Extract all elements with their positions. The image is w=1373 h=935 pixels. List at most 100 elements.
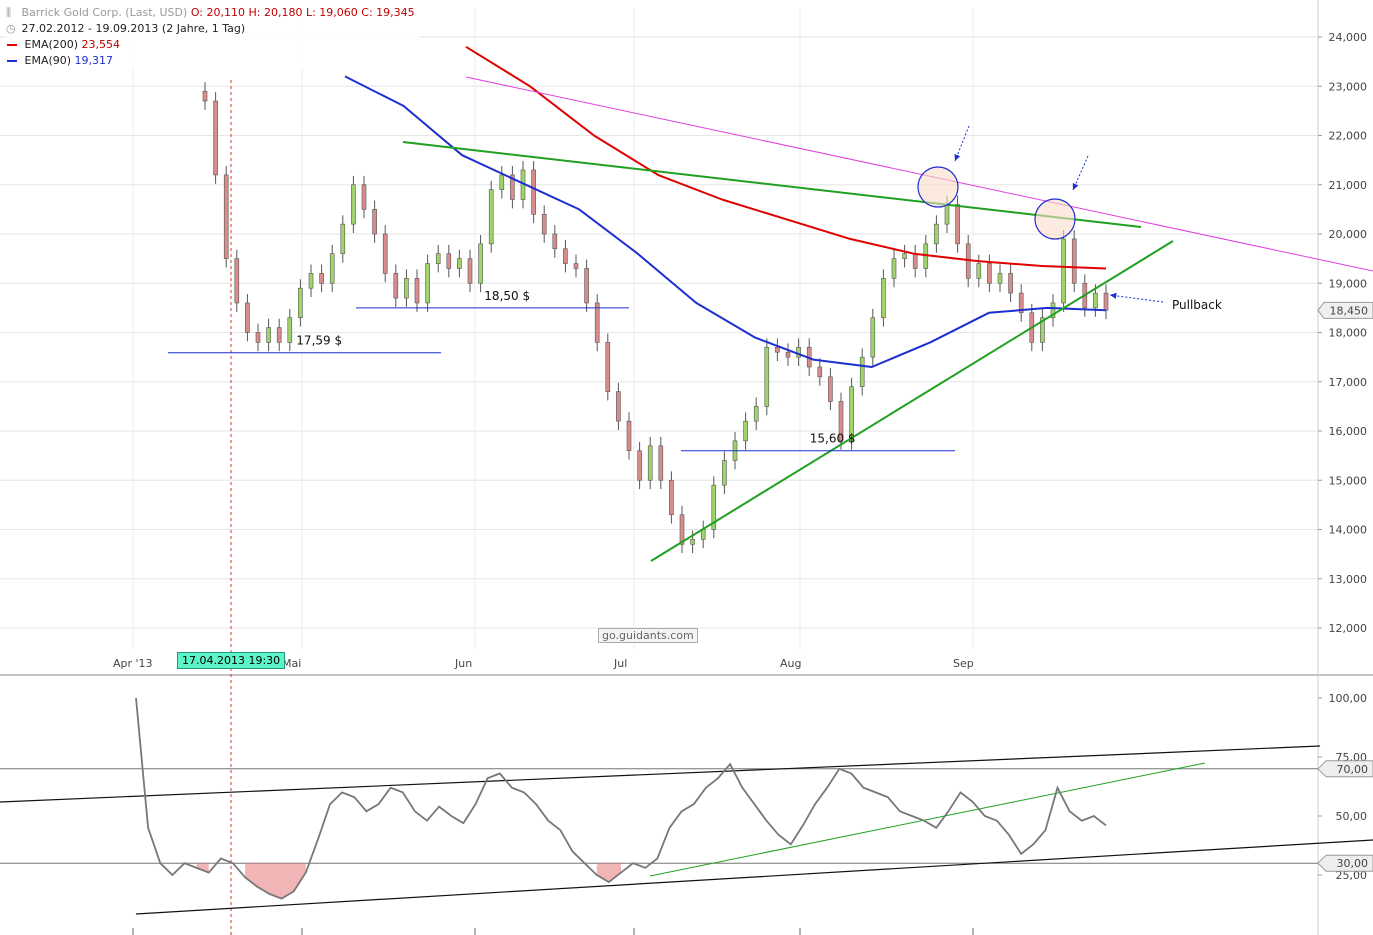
candle-body [308, 273, 314, 289]
resistance-trendline [465, 76, 1373, 272]
candle-body [1008, 273, 1013, 294]
chart-canvas: 24,000 23,000 22,000 21,000 20,000 19,000 18,0… [0, 0, 1373, 935]
candle-body [361, 184, 367, 210]
candle-body [319, 273, 324, 284]
price-tick-label: 22,000 [1329, 130, 1368, 143]
ohlc-high: H: 20,180 [248, 6, 303, 19]
oversold-area [596, 863, 621, 883]
candle-body [658, 445, 664, 481]
last-price-label: 18,450 [1330, 304, 1369, 317]
arrow-head [1110, 292, 1117, 299]
candle-body [785, 351, 791, 358]
candle-body [202, 90, 208, 102]
price-tick-label: 21,000 [1329, 179, 1368, 192]
legend-ema200: EMA(200) 23,554 [6, 37, 415, 53]
indicator-level-label: 70,00 [1337, 763, 1369, 776]
pullback-label: Pullback [1172, 298, 1222, 312]
pointer-arrow [1109, 294, 1164, 303]
candle-body [891, 258, 897, 279]
candle-body [594, 302, 600, 343]
candle-body [478, 243, 483, 284]
candle-body [255, 332, 261, 343]
ema200-swatch [7, 44, 17, 46]
candle-body [722, 460, 727, 486]
candle-body [234, 258, 240, 304]
price-tick-label: 23,000 [1329, 80, 1368, 93]
price-grid [0, 0, 1373, 935]
candle-body [743, 420, 748, 442]
oversold-area [245, 863, 306, 899]
candle-body [997, 273, 1003, 284]
support-label: 15,60 $ [810, 432, 856, 446]
candle-body [817, 366, 823, 378]
candle-body [944, 204, 950, 225]
candle-body [372, 209, 377, 235]
arrow-head [954, 154, 961, 161]
ema90-value: 19,317 [74, 54, 114, 67]
candle-body [679, 514, 685, 545]
indicator-upper-channel [0, 745, 1321, 803]
candle-body [213, 100, 218, 176]
price-tick-label: 15,000 [1329, 474, 1368, 487]
candle-body [669, 479, 674, 516]
candle-body [881, 278, 886, 319]
candle-body [605, 342, 611, 392]
candle-body [870, 317, 876, 358]
candle-body [912, 253, 918, 269]
candle-body [753, 406, 759, 422]
candle-body [499, 174, 505, 190]
ema90-label: EMA(90) [24, 54, 72, 67]
candle-body [457, 258, 462, 269]
price-tick-label: 17,000 [1329, 376, 1368, 389]
candle-body [902, 253, 907, 259]
price-tick-label: 14,000 [1329, 524, 1368, 537]
support-label: 18,50 $ [484, 289, 530, 303]
candle-body [976, 263, 982, 279]
candle-body [828, 376, 833, 402]
candle-body [987, 263, 992, 284]
indicator-tick-label: 100,00 [1329, 692, 1368, 705]
legend-ema90: EMA(90) 19,317 [6, 53, 415, 69]
indicator-tick-label: 50,00 [1336, 810, 1368, 823]
candle-body [955, 204, 960, 245]
candle-body [276, 327, 282, 343]
candle-body [446, 253, 452, 269]
highlight-circle [1034, 198, 1076, 240]
candle-body [573, 263, 579, 269]
ohlc-close: C: 19,345 [361, 6, 415, 19]
candle-body [414, 278, 420, 304]
candle-body [393, 273, 399, 299]
time-tick-label: Jul [613, 657, 627, 670]
candle-body [425, 263, 430, 304]
support-label: 17,59 $ [296, 334, 342, 348]
crosshair-date-badge: 17.04.2013 19:30 [177, 652, 286, 669]
candle-body [859, 356, 865, 387]
time-tick-label: Sep [953, 657, 974, 670]
ema90-line [344, 75, 1107, 368]
uptrend-line [650, 240, 1174, 562]
candle-body [266, 327, 271, 343]
candle-body [647, 445, 653, 481]
candlestick-icon: ⫼ [6, 6, 12, 19]
time-tick-label: Jun [454, 657, 472, 670]
indicator-level-label: 30,00 [1337, 857, 1369, 870]
time-tick-label: Aug [780, 657, 801, 670]
candle-body [488, 189, 494, 245]
highlight-circle [917, 166, 959, 208]
ema200-line [465, 45, 1107, 270]
indicator-lower-channel [135, 839, 1373, 915]
candle-body [616, 391, 621, 422]
arrow-head [1072, 183, 1079, 190]
candle-body [435, 253, 441, 264]
candle-body [584, 268, 589, 304]
overlays: 17,59 $ 18,50 $ 15,60 $ Pullback [168, 45, 1373, 935]
chart-legend: ⫼ Barrick Gold Corp. (Last, USD) O: 20,1… [6, 5, 419, 69]
price-tick-label: 13,000 [1329, 573, 1368, 586]
candle-body [541, 214, 547, 235]
price-axis: 24,000 23,000 22,000 21,000 20,000 19,000 18,0… [1317, 31, 1373, 635]
price-tick-label: 16,000 [1329, 425, 1368, 438]
time-axis: Apr '13 Mai Jun Jul Aug Sep [113, 657, 974, 935]
price-tick-label: 24,000 [1329, 31, 1368, 44]
ema200-value: 23,554 [81, 38, 121, 51]
candle-body [329, 253, 335, 284]
